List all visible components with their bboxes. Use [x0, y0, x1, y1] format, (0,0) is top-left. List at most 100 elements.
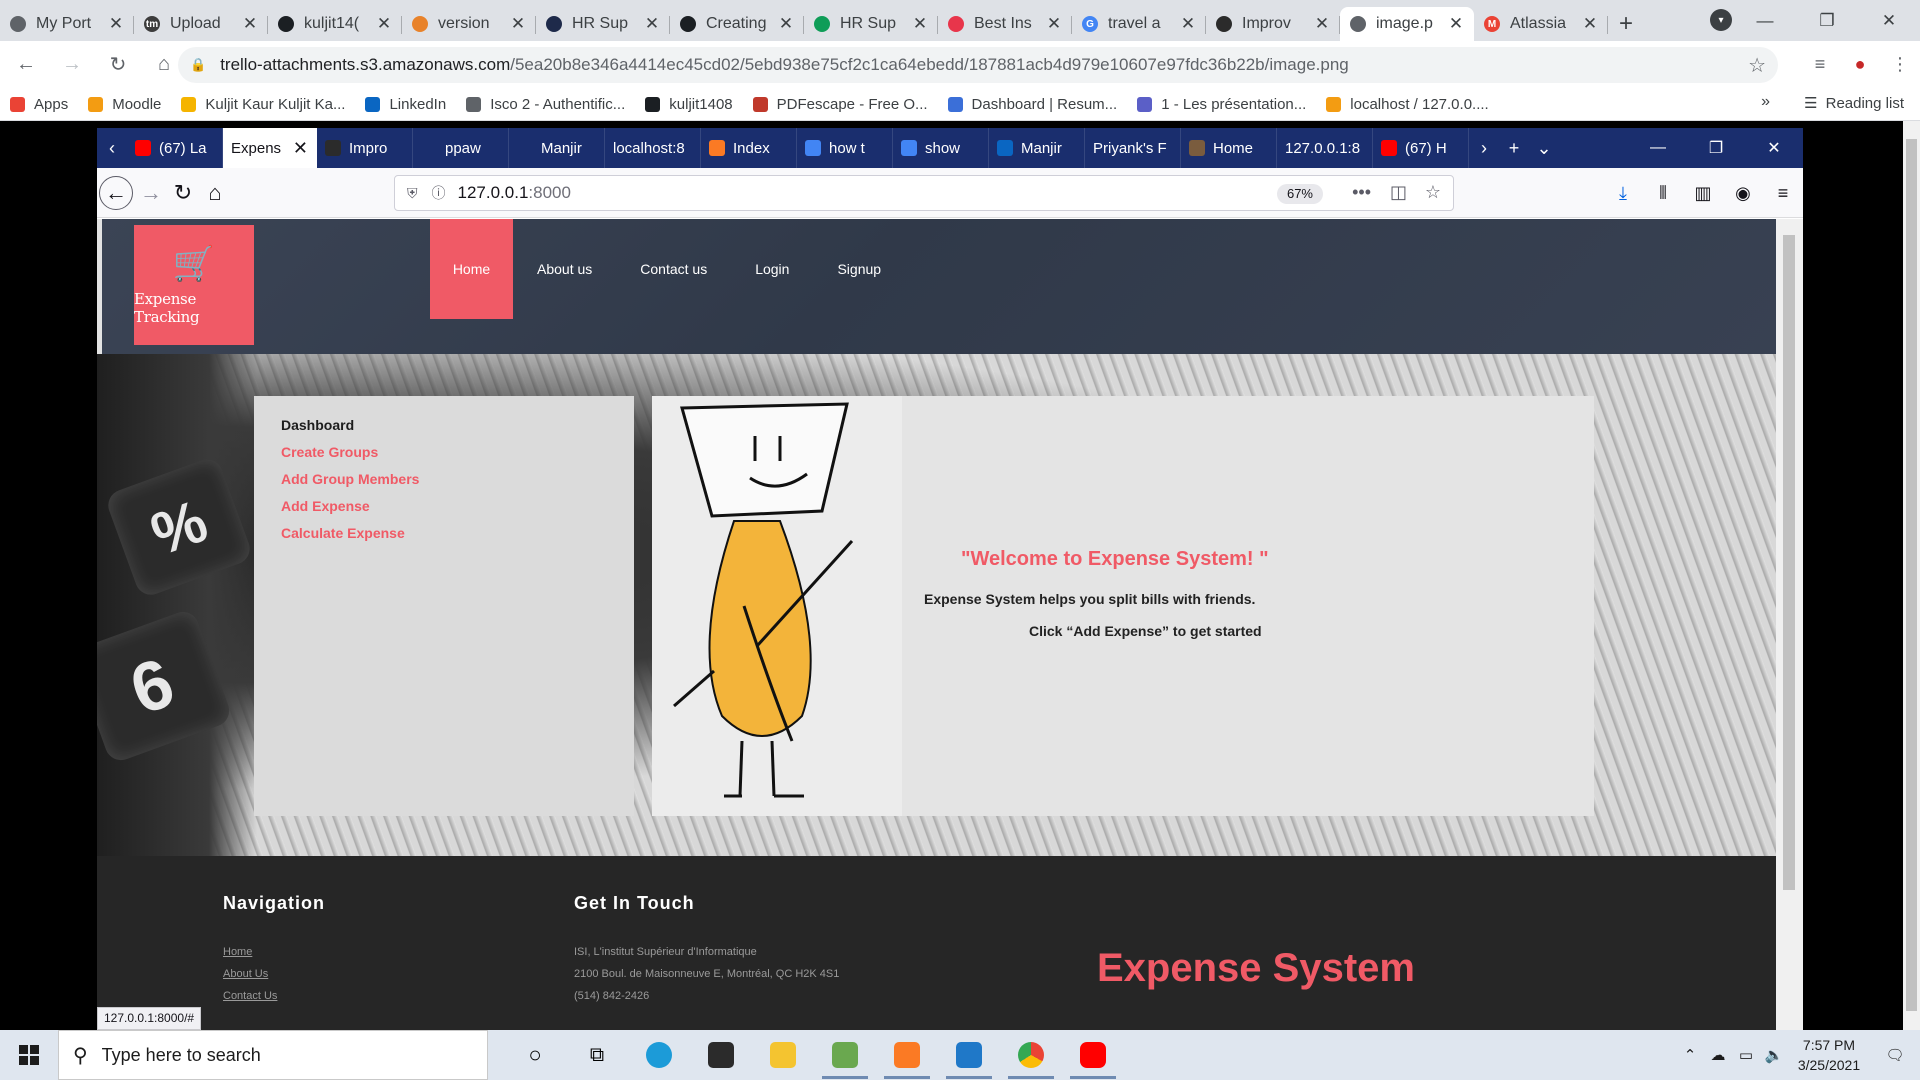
account-icon[interactable]: ◉ — [1723, 175, 1763, 211]
chrome-icon[interactable] — [1000, 1030, 1062, 1080]
chrome-tab[interactable]: My Port ✕ — [0, 7, 134, 41]
youtube-icon[interactable] — [1062, 1030, 1124, 1080]
reload-icon[interactable]: ↻ — [98, 45, 138, 85]
ff-menu-icon[interactable]: ≡ — [1763, 175, 1803, 211]
ff-tab-close-icon[interactable]: ✕ — [293, 138, 308, 159]
address-bar[interactable]: 🔒 trello-attachments.s3.amazonaws.com/5e… — [178, 47, 1778, 83]
store-icon[interactable] — [690, 1030, 752, 1080]
tab-close-icon[interactable]: ✕ — [376, 14, 392, 34]
taskbar-search-box[interactable]: ⚲ Type here to search — [58, 1030, 488, 1080]
ff-reload-icon[interactable]: ↻ — [165, 175, 201, 211]
ff-minimize-icon[interactable]: — — [1629, 128, 1687, 168]
firefox-tab[interactable]: how t — [797, 128, 893, 168]
ff-restore-icon[interactable]: ❐ — [1687, 128, 1745, 168]
sidebar-link-calculate-expense[interactable]: Calculate Expense — [281, 525, 607, 541]
notifications-icon[interactable]: 🗨 — [1870, 1046, 1920, 1064]
forward-arrow-icon[interactable]: → — [52, 45, 92, 85]
chrome-tab[interactable]: M Atlassia ✕ — [1474, 7, 1608, 41]
onedrive-icon[interactable]: ☁ — [1704, 1046, 1732, 1064]
bookmark-item[interactable]: Apps — [0, 96, 78, 113]
bookmark-item[interactable]: LinkedIn — [355, 96, 456, 113]
tab-close-icon[interactable]: ✕ — [644, 14, 660, 34]
tab-close-icon[interactable]: ✕ — [912, 14, 928, 34]
image-viewer-scrollbar[interactable] — [1903, 121, 1920, 1030]
scroll-tabs-right-icon[interactable]: › — [1469, 138, 1499, 159]
firefox-tab[interactable]: Impro — [317, 128, 413, 168]
bookmark-item[interactable]: localhost / 127.0.0.... — [1316, 96, 1498, 113]
chrome-tab[interactable]: Best Ins ✕ — [938, 7, 1072, 41]
bookmark-item[interactable]: Isco 2 - Authentific... — [456, 96, 635, 113]
footer-link-contact-us[interactable]: Contact Us — [223, 990, 277, 1002]
firefox-tab[interactable]: Home — [1181, 128, 1277, 168]
battery-icon[interactable]: ▭ — [1732, 1046, 1760, 1064]
taskbar-clock[interactable]: 7:57 PM 3/25/2021 — [1788, 1035, 1870, 1075]
bookmark-star-icon[interactable]: ☆ — [1748, 53, 1766, 78]
ff-bookmark-star-icon[interactable]: ☆ — [1425, 182, 1441, 203]
chrome-menu-icon[interactable]: ⋮ — [1880, 54, 1920, 75]
firefox-tab[interactable]: ppaw — [413, 128, 509, 168]
tab-search-icon[interactable]: ▾ — [1710, 9, 1732, 31]
ff-back-icon[interactable]: ← — [99, 176, 133, 210]
page-actions-icon[interactable]: ••• — [1352, 182, 1371, 203]
tab-close-icon[interactable]: ✕ — [1046, 14, 1062, 34]
task-view-icon[interactable]: ⧉ — [566, 1030, 628, 1080]
cortana-icon[interactable]: ○ — [504, 1030, 566, 1080]
chrome-tab[interactable]: tm Upload ✕ — [134, 7, 268, 41]
bookmark-item[interactable]: Moodle — [78, 96, 171, 113]
firefox-tab[interactable]: 127.0.0.1:8 — [1277, 128, 1373, 168]
media-controls-icon[interactable]: ≡ — [1800, 54, 1840, 75]
lock-icon[interactable]: 🔒 — [190, 57, 206, 73]
ff-home-icon[interactable]: ⌂ — [197, 175, 233, 211]
chrome-tab[interactable]: version ✕ — [402, 7, 536, 41]
new-tab-icon[interactable]: + — [1608, 7, 1644, 41]
ff-forward-icon[interactable]: → — [133, 175, 169, 211]
back-arrow-icon[interactable]: ← — [6, 45, 46, 85]
firefox-tab[interactable]: Manjir — [989, 128, 1085, 168]
tray-chevron-up-icon[interactable]: ⌃ — [1676, 1046, 1704, 1064]
minimize-icon[interactable]: — — [1734, 0, 1796, 41]
nav-contact-us[interactable]: Contact us — [616, 219, 731, 319]
firefox-tab[interactable]: Index — [701, 128, 797, 168]
firefox-tab[interactable]: localhost:8 — [605, 128, 701, 168]
tracking-shield-icon[interactable]: ⛨ — [407, 185, 418, 202]
footer-link-about-us[interactable]: About Us — [223, 968, 268, 980]
chrome-tab[interactable]: HR Sup ✕ — [804, 7, 938, 41]
close-window-icon[interactable]: ✕ — [1858, 0, 1920, 41]
bookmark-item[interactable]: Dashboard | Resum... — [938, 96, 1128, 113]
pocket-icon[interactable]: ◫ — [1390, 182, 1407, 203]
nav-signup[interactable]: Signup — [813, 219, 905, 319]
more-bookmarks-icon[interactable]: » — [1761, 93, 1770, 111]
firefox-tab[interactable]: Manjir — [509, 128, 605, 168]
volume-icon[interactable]: 🔈 — [1760, 1046, 1788, 1064]
profile-avatar-icon[interactable]: ● — [1840, 54, 1880, 75]
bookmark-item[interactable]: Kuljit Kaur Kuljit Ka... — [171, 96, 355, 113]
nav-login[interactable]: Login — [731, 219, 813, 319]
tab-close-icon[interactable]: ✕ — [108, 14, 124, 34]
windows-start-button[interactable] — [0, 1030, 58, 1080]
library-icon[interactable]: ⫴ — [1643, 175, 1683, 211]
footer-link-home[interactable]: Home — [223, 946, 252, 958]
firefox-tab[interactable]: Expens ✕ — [223, 128, 317, 168]
bookmark-item[interactable]: PDFescape - Free O... — [743, 96, 938, 113]
site-info-icon[interactable]: ⓘ — [432, 183, 446, 203]
reading-list-button[interactable]: ☰ Reading list — [1804, 94, 1904, 113]
firefox-tab[interactable]: (67) H — [1373, 128, 1469, 168]
downloads-icon[interactable]: ⤓ — [1603, 175, 1643, 211]
bookmark-item[interactable]: 1 - Les présentation... — [1127, 96, 1316, 113]
image-viewer-scrollbar-thumb[interactable] — [1906, 139, 1917, 1011]
scroll-tabs-left-icon[interactable]: ‹ — [97, 138, 127, 159]
tab-close-icon[interactable]: ✕ — [1180, 14, 1196, 34]
firefox-tab[interactable]: Priyank's F — [1085, 128, 1181, 168]
chrome-tab[interactable]: Creating ✕ — [670, 7, 804, 41]
chrome-tab[interactable]: kuljit14(✕ — [268, 7, 402, 41]
ff-close-icon[interactable]: ✕ — [1745, 128, 1803, 168]
site-logo[interactable]: 🛒 Expense Tracking — [134, 225, 254, 345]
bookmark-item[interactable]: kuljit1408 — [635, 96, 742, 113]
tab-close-icon[interactable]: ✕ — [242, 14, 258, 34]
photos-icon[interactable] — [814, 1030, 876, 1080]
zoom-level-badge[interactable]: 67% — [1276, 184, 1323, 204]
sidebar-link-add-expense[interactable]: Add Expense — [281, 498, 607, 514]
sidebar-link-create-groups[interactable]: Create Groups — [281, 444, 607, 460]
ff-new-tab-icon[interactable]: + — [1499, 138, 1529, 159]
chrome-tab[interactable]: HR Sup ✕ — [536, 7, 670, 41]
